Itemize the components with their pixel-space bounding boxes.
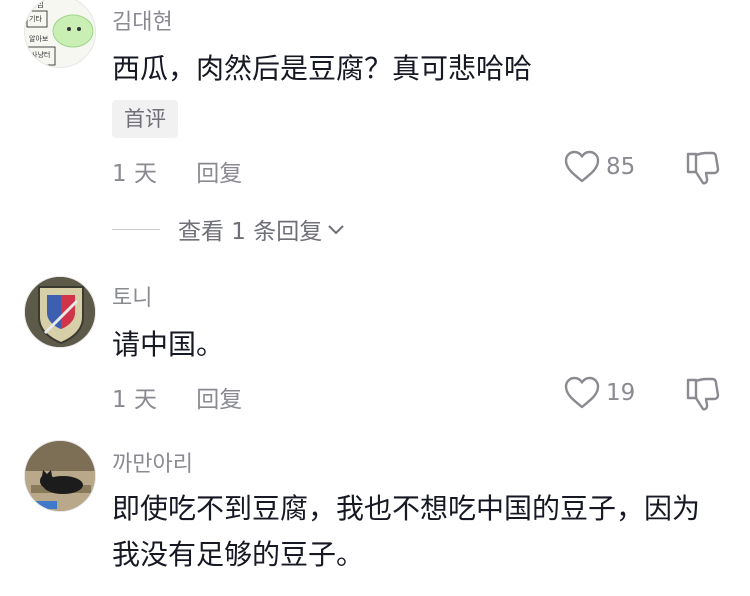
like-button[interactable]: 19: [564, 376, 635, 410]
like-button[interactable]: 85: [564, 150, 635, 184]
svg-text:관심: 관심: [29, 0, 44, 9]
reply-button[interactable]: 回复: [196, 387, 242, 413]
comment-text: 请中国。: [112, 328, 225, 361]
comment-time: 1 天: [112, 161, 157, 187]
avatar-cat-icon: [25, 441, 95, 511]
like-count: 85: [606, 154, 636, 180]
avatar[interactable]: [24, 440, 96, 512]
svg-text:사냥터: 사냥터: [31, 50, 50, 59]
heart-icon: [564, 376, 600, 409]
svg-text:기타: 기타: [29, 14, 42, 23]
comment-meta: 1 天 回复: [112, 380, 242, 414]
dislike-button[interactable]: [684, 376, 720, 416]
view-replies-button[interactable]: 查看 1 条回复: [112, 212, 346, 246]
chevron-down-icon: [328, 225, 344, 235]
view-replies-label: 查看 1 条回复: [178, 219, 323, 245]
divider-line: [112, 228, 160, 230]
dislike-button[interactable]: [684, 150, 720, 190]
thumbs-down-icon: [686, 377, 720, 411]
comment-username[interactable]: 김대현: [112, 4, 173, 36]
heart-icon: [564, 150, 600, 183]
thumbs-down-icon: [686, 151, 720, 185]
like-count: 19: [606, 380, 636, 406]
comment-time: 1 天: [112, 387, 157, 413]
avatar-drawing-icon: 관심 기타 알아보 사냥터: [25, 0, 95, 67]
avatar-shield-icon: [25, 277, 95, 347]
svg-text:알아보: 알아보: [29, 34, 49, 43]
avatar[interactable]: 관심 기타 알아보 사냥터: [24, 0, 96, 68]
comment-meta: 1 天 回复: [112, 154, 242, 188]
comment-username[interactable]: 토니: [112, 280, 152, 312]
first-comment-badge: 首评: [112, 100, 178, 138]
comment-text: 即使吃不到豆腐，我也不想吃中国的豆子，因为我没有足够的豆子。: [112, 492, 701, 571]
avatar[interactable]: [24, 276, 96, 348]
reply-button[interactable]: 回复: [196, 161, 242, 187]
comment-text: 西瓜，肉然后是豆腐？真可悲哈哈: [112, 52, 533, 85]
comment-username[interactable]: 까만아리: [112, 446, 193, 478]
